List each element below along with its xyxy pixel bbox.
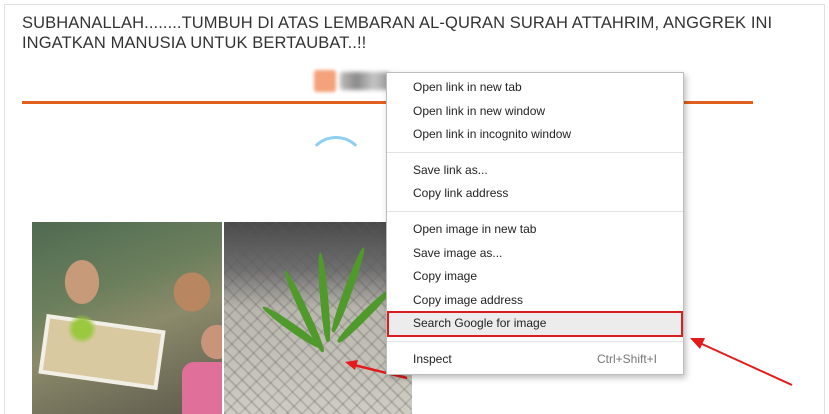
article-photo-orchid[interactable] <box>224 222 412 414</box>
menu-separator <box>387 151 683 153</box>
menu-separator <box>387 210 683 212</box>
menu-item-label: Copy link address <box>413 186 509 201</box>
menu-open-image-new-tab[interactable]: Open image in new tab <box>387 218 683 242</box>
menu-item-label: Copy image address <box>413 292 524 307</box>
article-photo-family[interactable] <box>32 222 222 414</box>
orchid-sprout <box>67 314 97 344</box>
orchid-leaf <box>316 251 332 343</box>
context-menu: Open link in new tab Open link in new wi… <box>386 72 684 375</box>
logo-wordmark-blurred <box>340 72 390 90</box>
menu-search-google-for-image[interactable]: Search Google for image <box>387 311 683 337</box>
menu-item-label: Copy image <box>413 269 478 284</box>
child-figure <box>182 362 222 414</box>
menu-item-label: Save image as... <box>413 245 503 260</box>
menu-copy-link-address[interactable]: Copy link address <box>387 182 683 206</box>
menu-open-link-new-tab[interactable]: Open link in new tab <box>387 76 683 100</box>
menu-copy-image-address[interactable]: Copy image address <box>387 289 683 313</box>
quran-tray <box>38 313 166 391</box>
article-headline: SUBHANALLAH........TUMBUH DI ATAS LEMBAR… <box>22 14 773 52</box>
menu-item-label: Save link as... <box>413 162 488 177</box>
menu-open-link-new-window[interactable]: Open link in new window <box>387 100 683 124</box>
menu-copy-image[interactable]: Copy image <box>387 265 683 289</box>
loading-spinner-icon <box>306 136 366 196</box>
menu-inspect[interactable]: Inspect Ctrl+Shift+I <box>387 348 683 372</box>
menu-item-label: Open link in new window <box>413 103 546 118</box>
menu-item-label: Open link in incognito window <box>413 127 572 142</box>
menu-open-link-incognito[interactable]: Open link in incognito window <box>387 123 683 147</box>
site-logo[interactable] <box>314 68 392 94</box>
menu-item-label: Search Google for image <box>413 316 547 331</box>
logo-mark-icon <box>314 70 336 92</box>
menu-item-label: Open image in new tab <box>413 221 537 236</box>
menu-save-link-as[interactable]: Save link as... <box>387 159 683 183</box>
menu-separator <box>387 340 683 342</box>
menu-item-label: Inspect <box>413 351 452 366</box>
menu-shortcut: Ctrl+Shift+I <box>596 351 657 366</box>
menu-save-image-as[interactable]: Save image as... <box>387 242 683 266</box>
menu-item-label: Open link in new tab <box>413 80 522 94</box>
